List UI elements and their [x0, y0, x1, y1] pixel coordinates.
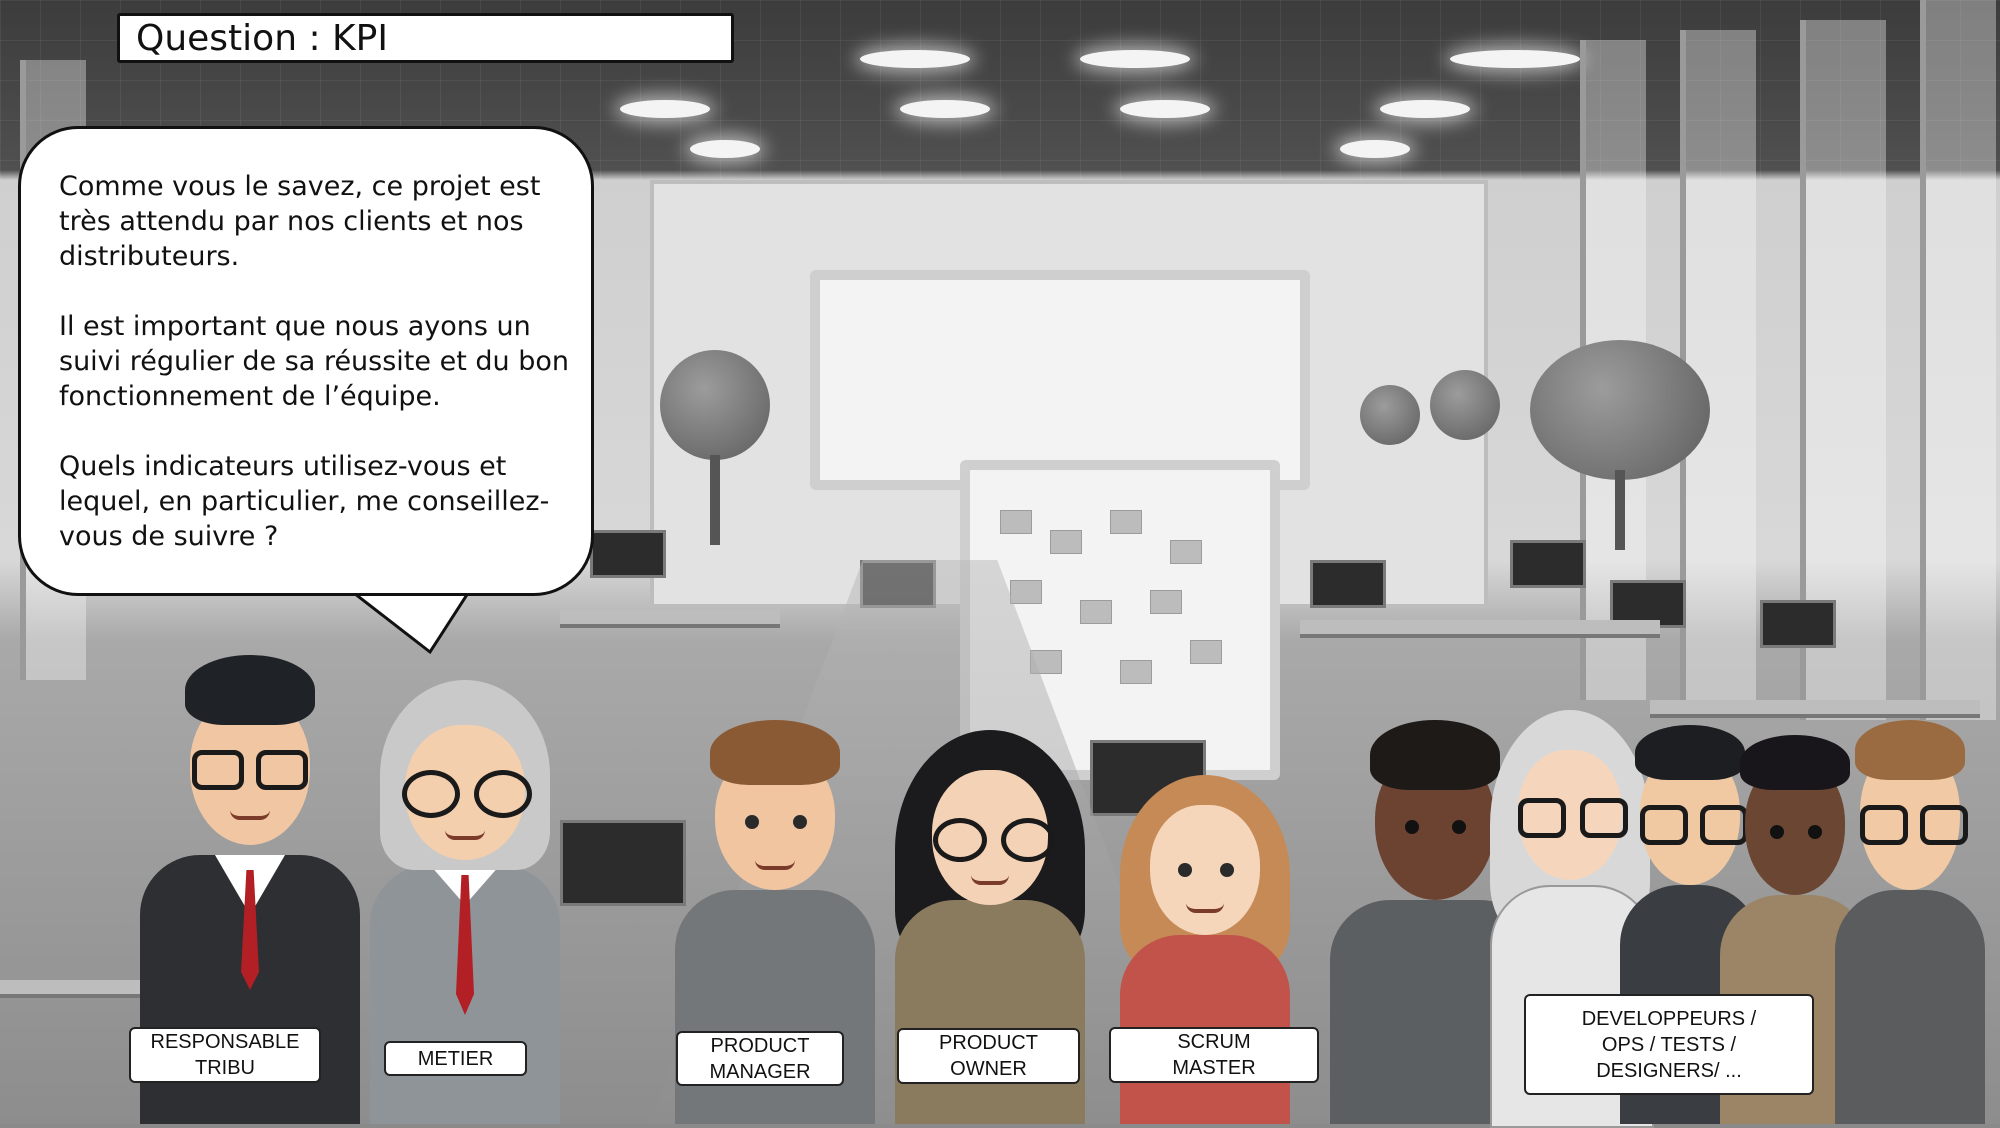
- ceiling-light: [1120, 100, 1210, 118]
- desk: [1300, 620, 1660, 638]
- eye: [793, 815, 807, 829]
- hair: [1740, 735, 1850, 790]
- sticky-note: [1050, 530, 1082, 554]
- glasses: [474, 770, 532, 818]
- plant: [1430, 370, 1500, 440]
- jacket: [895, 900, 1085, 1124]
- glasses: [1640, 805, 1688, 845]
- mouth: [230, 810, 270, 820]
- desk-monitor: [1510, 540, 1586, 588]
- hair: [710, 720, 840, 785]
- desk: [560, 610, 780, 628]
- desk: [1650, 700, 1980, 718]
- eye: [1405, 820, 1419, 834]
- sticky-note: [1190, 640, 1222, 664]
- glasses: [192, 750, 244, 790]
- glasses: [1001, 818, 1055, 862]
- sticky-note: [1110, 510, 1142, 534]
- window-panel: [1920, 0, 1996, 720]
- plant: [1530, 340, 1710, 480]
- sticky-note: [1000, 510, 1032, 534]
- sticky-note: [1170, 540, 1202, 564]
- suit: [1835, 890, 1985, 1124]
- glasses: [933, 818, 987, 862]
- plant: [1360, 385, 1420, 445]
- sticky-note: [1010, 580, 1042, 604]
- role-label-developpeurs: DEVELOPPEURS / OPS / TESTS / DESIGNERS/ …: [1524, 994, 1814, 1095]
- role-label-product-owner: PRODUCT OWNER: [897, 1028, 1080, 1084]
- speech-bubble-text: Comme vous le savez, ce projet est très …: [59, 169, 579, 589]
- ceiling-light: [900, 100, 990, 118]
- ceiling-light: [1380, 100, 1470, 118]
- plant-trunk: [1615, 470, 1625, 550]
- desk-monitor: [1310, 560, 1386, 608]
- wall-board: [810, 270, 1310, 490]
- glasses: [402, 770, 460, 818]
- ceiling-light: [690, 140, 760, 158]
- plant-trunk: [710, 455, 720, 545]
- ceiling-light: [860, 50, 970, 68]
- role-label-scrum-master: SCRUM MASTER: [1109, 1027, 1319, 1083]
- ceiling-light: [1340, 140, 1410, 158]
- mouth: [971, 875, 1009, 885]
- glasses: [256, 750, 308, 790]
- sticky-note: [1150, 590, 1182, 614]
- plant: [660, 350, 770, 460]
- hair: [185, 655, 315, 725]
- glasses: [1860, 805, 1908, 845]
- eye: [1452, 820, 1466, 834]
- mouth: [1186, 903, 1224, 913]
- eye: [1178, 863, 1192, 877]
- ceiling-light: [1450, 50, 1580, 68]
- eye: [745, 815, 759, 829]
- speech-bubble: Comme vous le savez, ce projet est très …: [18, 126, 594, 596]
- desk-monitor: [590, 530, 666, 578]
- sticky-note: [1080, 600, 1112, 624]
- head: [1150, 805, 1260, 935]
- mouth: [445, 830, 485, 840]
- desk-monitor: [1760, 600, 1836, 648]
- speech-paragraph: Quels indicateurs utilisez-vous et leque…: [59, 451, 550, 552]
- eye: [1770, 825, 1784, 839]
- mouth: [755, 860, 795, 870]
- desk: [0, 980, 140, 998]
- glasses: [1518, 798, 1566, 838]
- hair: [1855, 720, 1965, 780]
- role-label-product-manager: PRODUCT MANAGER: [676, 1031, 844, 1086]
- speech-bubble-tail: [350, 590, 470, 655]
- eye: [1220, 863, 1234, 877]
- glasses: [1920, 805, 1968, 845]
- sticky-note: [1120, 660, 1152, 684]
- person-developer: [1835, 720, 1985, 1124]
- page-title: Question : KPI: [136, 17, 388, 59]
- hair: [1370, 720, 1500, 790]
- desk-monitor: [560, 820, 686, 906]
- speech-paragraph: Il est important que nous ayons un suivi…: [59, 311, 569, 412]
- ceiling-light: [1080, 50, 1190, 68]
- speech-paragraph: Comme vous le savez, ce projet est très …: [59, 171, 541, 272]
- tshirt: [675, 890, 875, 1124]
- eye: [1808, 825, 1822, 839]
- title-box: Question : KPI: [117, 13, 734, 63]
- ceiling-light: [620, 100, 710, 118]
- role-label-metier: METIER: [384, 1041, 527, 1076]
- role-label-responsable-tribu: RESPONSABLE TRIBU: [129, 1027, 321, 1083]
